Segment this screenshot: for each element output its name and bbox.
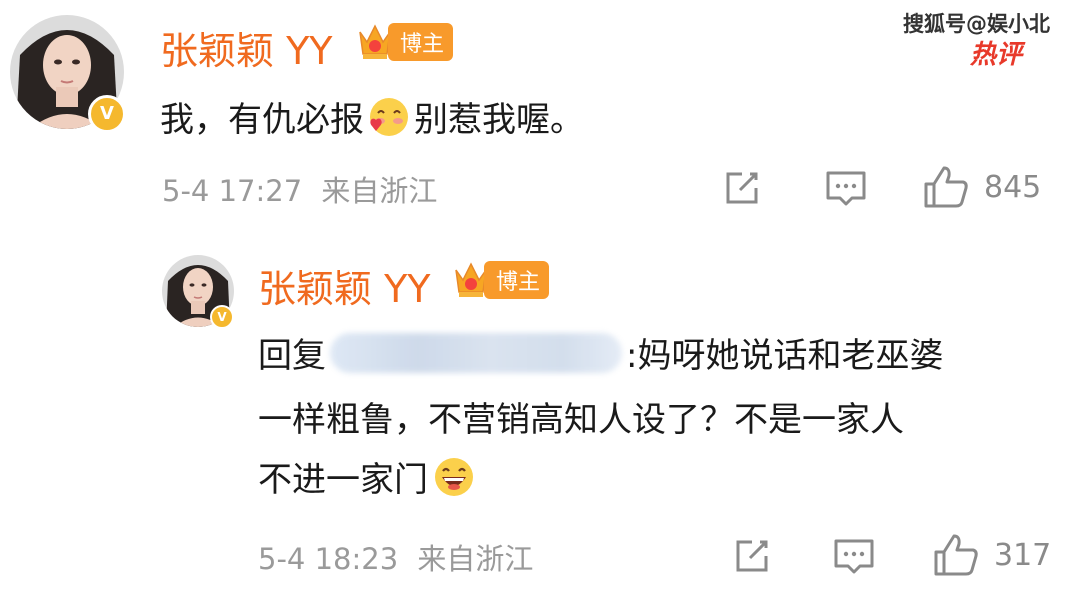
reply-like-count: 317	[994, 537, 1052, 573]
share-icon	[726, 172, 758, 204]
share-button[interactable]	[722, 168, 762, 208]
comment-timestamp: 5-4 17:27	[162, 174, 303, 208]
like-count: 845	[984, 169, 1042, 205]
reply-text-rest: :妈呀她说话和老巫婆	[626, 336, 944, 376]
reply-blogger-badge: 博主	[452, 258, 550, 302]
blogger-badge: 博主	[356, 20, 454, 64]
watermark-tag: 热评	[969, 40, 1022, 70]
comment-text-part1: 我，有仇必报	[160, 100, 364, 140]
reply-timestamp: 5-4 18:23	[258, 542, 399, 576]
reply-prefix: 回复	[258, 336, 326, 376]
reply-comment-button[interactable]	[832, 536, 876, 578]
avatar[interactable]: V	[10, 15, 126, 133]
reply-like-button[interactable]: 317	[932, 532, 1051, 578]
comment-location: 来自浙江	[321, 174, 438, 208]
blush-heart-emoji-icon	[370, 97, 408, 136]
blurred-username[interactable]	[330, 332, 622, 373]
verified-badge-icon: V	[88, 95, 126, 133]
comment-meta: 5-4 17:27 来自浙江	[162, 168, 437, 210]
verified-badge-icon: V	[210, 305, 234, 329]
reply-meta: 5-4 18:23 来自浙江	[258, 536, 533, 578]
reply-share-button[interactable]	[732, 536, 772, 576]
reply-author[interactable]: 张颖颖 YY	[258, 258, 431, 313]
grinning-emoji-icon	[435, 457, 473, 496]
reply-blogger-badge-label: 博主	[484, 261, 550, 299]
reply-avatar[interactable]: V	[162, 255, 234, 329]
like-button[interactable]: 845	[922, 164, 1041, 210]
comment-text: 我，有仇必报 别惹我喔。	[160, 92, 584, 141]
comment-button[interactable]	[824, 168, 868, 210]
comment-icon	[826, 171, 866, 206]
comment-text-part2: 别惹我喔。	[414, 100, 584, 140]
share-icon	[736, 540, 768, 572]
blogger-badge-label: 博主	[388, 23, 454, 61]
reply-text-line3: 不进一家门	[258, 452, 476, 501]
reply-text-line1: 回复 :妈呀她说话和老巫婆	[258, 328, 943, 377]
comment-icon	[834, 539, 874, 574]
watermark: 搜狐号@娱小北 热评	[903, 8, 1050, 71]
thumbs-up-icon	[924, 166, 968, 208]
comment-author[interactable]: 张颖颖 YY	[160, 20, 333, 75]
reply-text-line3-text: 不进一家门	[258, 460, 428, 500]
reply-location: 来自浙江	[417, 542, 534, 576]
reply-text-line2: 一样粗鲁，不营销高知人设了？不是一家人	[258, 400, 904, 440]
thumbs-up-icon	[934, 534, 978, 576]
